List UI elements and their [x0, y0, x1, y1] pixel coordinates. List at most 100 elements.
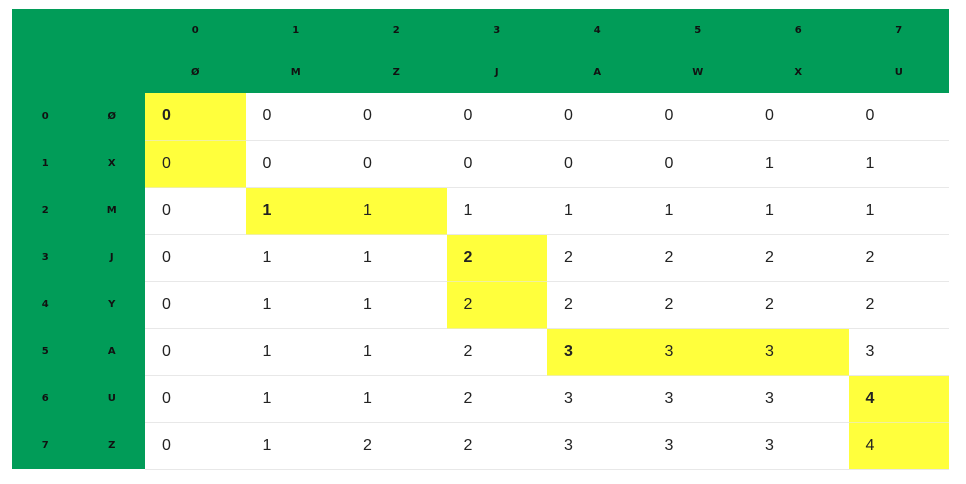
table-cell: 1	[848, 140, 949, 188]
table-cell: 1	[547, 187, 648, 235]
column-index-row: 0 1 2 3 4 5 6 7	[12, 9, 949, 51]
row-index: 6	[12, 375, 79, 422]
column-letter: X	[748, 51, 849, 93]
table-row: 4Y01122222	[12, 281, 949, 329]
table-cell: 3	[547, 328, 648, 376]
table-cell: 0	[145, 140, 246, 188]
table-cell: 1	[245, 187, 346, 235]
table-cell: 0	[647, 93, 748, 141]
table-cell: 2	[848, 234, 949, 282]
table-cell: 0	[346, 140, 447, 188]
table-cell: 2	[848, 281, 949, 329]
table-cell: 1	[346, 234, 447, 282]
row-letter: Z	[78, 422, 145, 469]
table-cell: 1	[848, 187, 949, 235]
table-row: 7Z01223334	[12, 422, 949, 470]
table-row: 3J01122222	[12, 234, 949, 282]
column-letter-row: Ø M Z J A W X U	[12, 51, 949, 93]
row-letter: Ø	[78, 93, 145, 140]
row-index: 3	[12, 234, 79, 281]
table-row: 2M01111111	[12, 187, 949, 235]
corner-cell	[78, 51, 145, 93]
table-cell: 0	[848, 93, 949, 141]
column-index: 5	[647, 9, 748, 51]
lcs-table: 0 1 2 3 4 5 6 7 Ø M Z J A W X U 0Ø000000…	[12, 9, 949, 470]
table-cell: 3	[748, 422, 849, 470]
table-cell: 1	[446, 187, 547, 235]
column-index: 4	[547, 9, 648, 51]
column-letter: W	[647, 51, 748, 93]
table-cell: 3	[547, 375, 648, 423]
table-cell: 0	[145, 422, 246, 470]
table-cell: 1	[346, 281, 447, 329]
row-index: 2	[12, 187, 79, 234]
table-cell: 2	[748, 281, 849, 329]
table-cell: 1	[647, 187, 748, 235]
table-cell: 1	[245, 375, 346, 423]
table-cell: 2	[446, 281, 547, 329]
table-cell: 4	[848, 375, 949, 423]
table-cell: 2	[446, 422, 547, 470]
table-cell: 1	[245, 422, 346, 470]
table-cell: 0	[547, 140, 648, 188]
table-cell: 3	[748, 375, 849, 423]
table-cell: 0	[245, 140, 346, 188]
column-index: 2	[346, 9, 447, 51]
table-cell: 2	[446, 234, 547, 282]
table-cell: 0	[145, 187, 246, 235]
corner-cell	[12, 9, 79, 51]
table-cell: 1	[245, 328, 346, 376]
table-cell: 3	[647, 422, 748, 470]
table-cell: 3	[647, 375, 748, 423]
column-letter: U	[848, 51, 949, 93]
column-index: 0	[145, 9, 246, 51]
column-index: 6	[748, 9, 849, 51]
table-row: 1X00000011	[12, 140, 949, 188]
table-cell: 3	[748, 328, 849, 376]
table-body: 0Ø000000001X000000112M011111113J01122222…	[12, 93, 949, 470]
row-index: 7	[12, 422, 79, 469]
table-cell: 2	[748, 234, 849, 282]
table-cell: 0	[145, 234, 246, 282]
table-cell: 3	[547, 422, 648, 470]
row-letter: A	[78, 328, 145, 375]
table-row: 6U01123334	[12, 375, 949, 423]
row-letter: M	[78, 187, 145, 234]
table-cell: 0	[346, 93, 447, 141]
row-letter: U	[78, 375, 145, 422]
table-cell: 2	[547, 281, 648, 329]
table-cell: 1	[748, 140, 849, 188]
corner-cell	[78, 9, 145, 51]
table-cell: 1	[346, 375, 447, 423]
table-cell: 2	[346, 422, 447, 470]
table-cell: 3	[647, 328, 748, 376]
table-cell: 1	[748, 187, 849, 235]
column-letter: Ø	[145, 51, 246, 93]
column-letter: Z	[346, 51, 447, 93]
table-cell: 0	[446, 93, 547, 141]
column-index: 1	[245, 9, 346, 51]
corner-cell	[12, 51, 79, 93]
table-cell: 3	[848, 328, 949, 376]
table-cell: 1	[245, 281, 346, 329]
table-cell: 1	[346, 187, 447, 235]
table-cell: 2	[446, 375, 547, 423]
table-cell: 0	[145, 375, 246, 423]
table-cell: 2	[647, 281, 748, 329]
table-cell: 0	[748, 93, 849, 141]
table-cell: 0	[245, 93, 346, 141]
table-cell: 2	[446, 328, 547, 376]
column-index: 3	[446, 9, 547, 51]
table-cell: 0	[145, 328, 246, 376]
table-cell: 0	[446, 140, 547, 188]
column-letter: A	[547, 51, 648, 93]
table-cell: 4	[848, 422, 949, 470]
table-cell: 0	[145, 93, 246, 141]
column-letter: J	[446, 51, 547, 93]
table-cell: 0	[547, 93, 648, 141]
table-cell: 0	[647, 140, 748, 188]
table-row: 5A01123333	[12, 328, 949, 376]
row-letter: X	[78, 140, 145, 187]
table-row: 0Ø00000000	[12, 93, 949, 141]
row-index: 5	[12, 328, 79, 375]
